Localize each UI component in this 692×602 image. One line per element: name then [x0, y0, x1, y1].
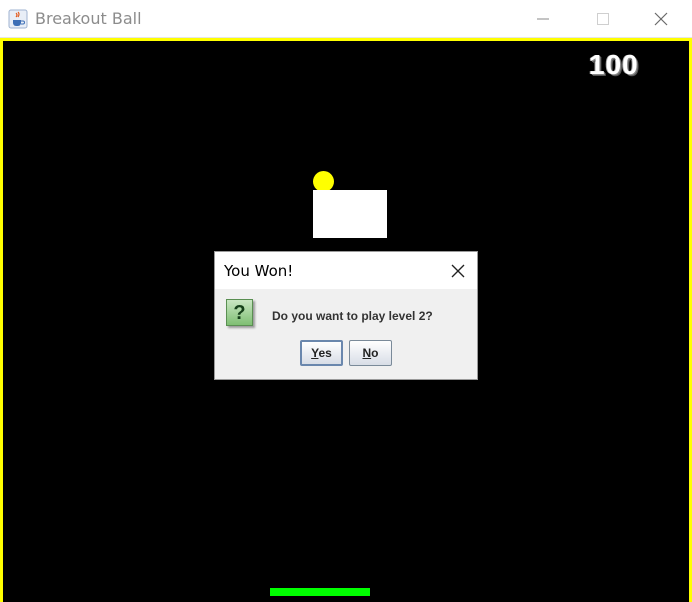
java-coffee-icon: [8, 9, 28, 29]
dialog-message: Do you want to play level 2?: [272, 309, 433, 323]
yes-label: es: [318, 346, 332, 360]
score-display: 100: [589, 49, 639, 80]
window-title: Breakout Ball: [35, 9, 142, 28]
yes-button[interactable]: Yes: [300, 340, 343, 366]
minimize-button[interactable]: [520, 0, 566, 38]
paddle[interactable]: [270, 588, 370, 596]
minimize-icon: [537, 18, 549, 20]
no-button[interactable]: No: [349, 340, 392, 366]
no-label: o: [371, 346, 379, 360]
you-won-dialog: You Won! ? Do you want to play level 2? …: [214, 251, 478, 380]
no-mnemonic: N: [362, 346, 372, 360]
maximize-icon: [597, 13, 609, 25]
ball: [313, 171, 334, 192]
brick: [313, 190, 387, 238]
close-icon: [654, 12, 668, 26]
dialog-title: You Won!: [224, 262, 294, 280]
window-title-bar: Breakout Ball: [0, 0, 692, 38]
close-button[interactable]: [638, 0, 684, 38]
dialog-title-bar: You Won!: [215, 252, 477, 289]
question-icon: ?: [226, 299, 253, 326]
maximize-button[interactable]: [580, 0, 626, 38]
close-icon: [451, 264, 465, 278]
dialog-close-button[interactable]: [445, 258, 471, 284]
